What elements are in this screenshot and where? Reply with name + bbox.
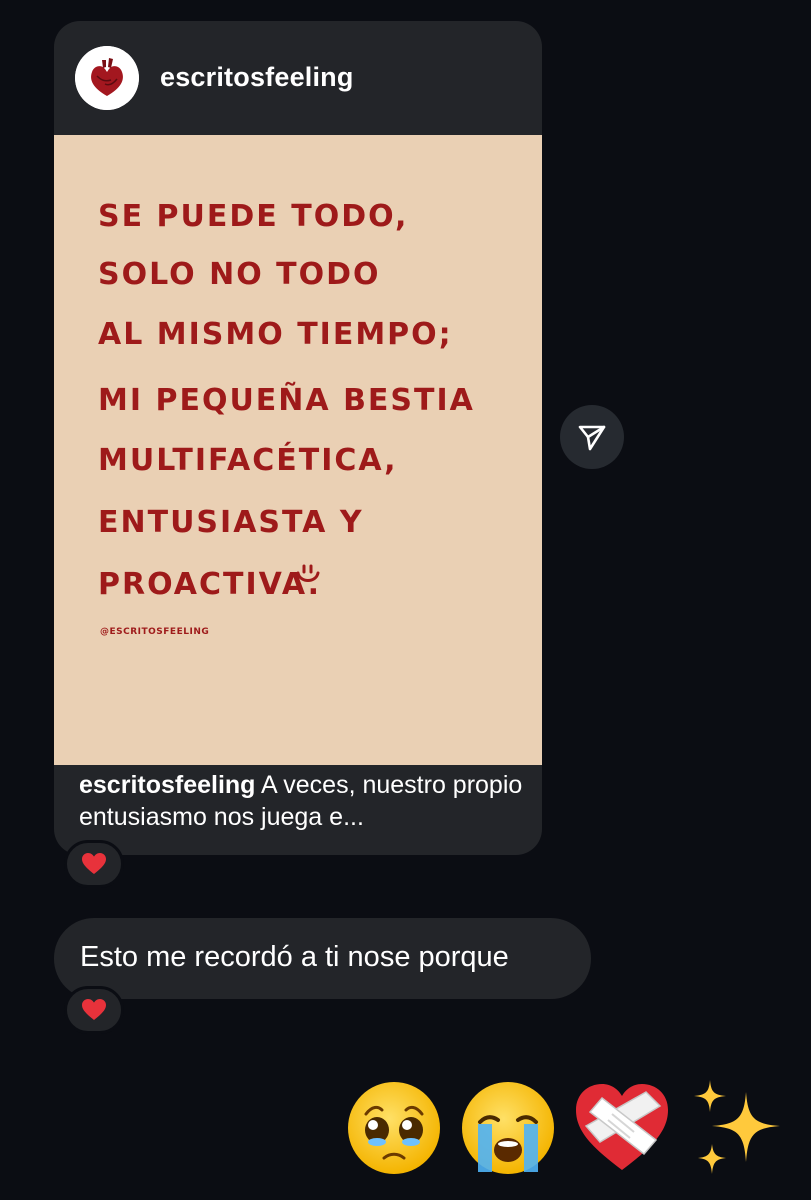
loudly-crying-face-emoji-icon xyxy=(462,1082,554,1174)
chat-screen: escritosfeeling SE PUEDE TODO, SOLO NO T… xyxy=(0,0,811,1200)
shared-post-header[interactable]: escritosfeeling xyxy=(54,21,542,135)
red-heart-icon xyxy=(82,999,106,1020)
message-text: Esto me recordó a ti nose porque xyxy=(80,941,509,973)
quote-line: ENTUSIASTA Y xyxy=(98,505,364,540)
paper-plane-icon xyxy=(578,425,606,451)
post-reaction-badge[interactable] xyxy=(64,840,124,888)
caption-username: escritosfeeling xyxy=(79,771,256,799)
post-image[interactable]: SE PUEDE TODO, SOLO NO TODO AL MISMO TIE… xyxy=(54,135,542,765)
quote-line: SOLO NO TODO xyxy=(98,257,381,292)
red-heart-icon xyxy=(82,853,106,874)
quote-line: MI PEQUEÑA BESTIA xyxy=(98,383,475,418)
emoji-reply-message[interactable] xyxy=(344,1078,794,1178)
quote-line: PROACTIVA. xyxy=(98,567,321,602)
quote-line: AL MISMO TIEMPO; xyxy=(98,317,453,352)
smiley-doodle-icon xyxy=(296,564,320,582)
post-caption[interactable]: escritosfeeling A veces, nuestro propio … xyxy=(79,769,529,833)
quote-line: SE PUEDE TODO, xyxy=(98,199,409,234)
message-bubble[interactable]: Esto me recordó a ti nose porque xyxy=(54,918,591,999)
sparkles-emoji-icon xyxy=(694,1080,780,1174)
message-reaction-badge[interactable] xyxy=(64,986,124,1034)
post-author-avatar[interactable] xyxy=(75,46,139,110)
post-watermark: @ESCRITOSFEELING xyxy=(100,627,210,637)
mending-heart-emoji-icon xyxy=(576,1084,668,1170)
pleading-face-emoji-icon xyxy=(348,1082,440,1174)
shared-post-card[interactable]: escritosfeeling SE PUEDE TODO, SOLO NO T… xyxy=(54,21,542,855)
anatomical-heart-icon xyxy=(75,46,139,110)
share-button[interactable] xyxy=(560,405,624,469)
post-author-username[interactable]: escritosfeeling xyxy=(160,62,354,93)
quote-line: MULTIFACÉTICA, xyxy=(98,443,398,478)
